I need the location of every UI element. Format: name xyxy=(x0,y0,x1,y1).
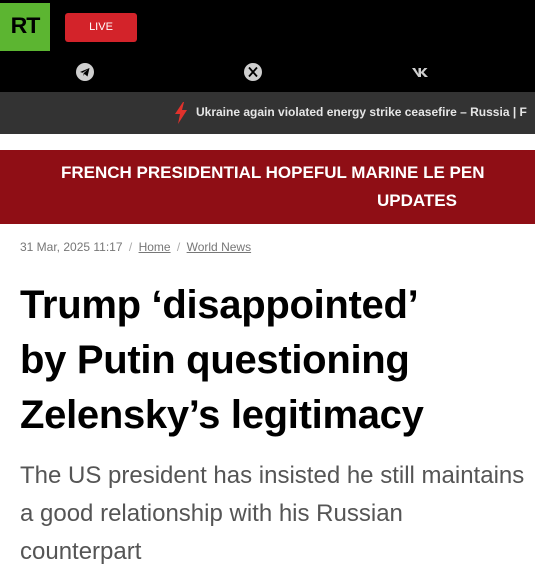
breadcrumb-separator: / xyxy=(128,240,133,254)
article-summary: The US president has insisted he still m… xyxy=(20,462,525,565)
ticker-headline[interactable]: Ukraine again violated energy strike cea… xyxy=(196,105,527,119)
article-headline: Trump ‘disappointed’ by Putin questionin… xyxy=(20,278,525,443)
breadcrumb-home-link[interactable]: Home xyxy=(139,240,171,254)
publish-datetime: 31 Mar, 2025 11:17 xyxy=(20,240,123,254)
article-meta: 31 Mar, 2025 11:17 / Home / World News xyxy=(20,240,251,254)
breadcrumb-separator: / xyxy=(176,240,181,254)
lightning-icon xyxy=(173,102,189,124)
banner-title-line-2: UPDATES xyxy=(377,191,457,210)
telegram-icon[interactable] xyxy=(75,62,95,82)
breaking-banner[interactable]: FRENCH PRESIDENTIAL HOPEFUL MARINE LE PE… xyxy=(0,150,535,224)
top-navigation-bar: RT LIVE xyxy=(0,0,535,92)
breadcrumb-world-news-link[interactable]: World News xyxy=(187,240,251,254)
headline-line: Zelensky’s legitimacy xyxy=(20,393,424,437)
news-ticker[interactable]: Ukraine again violated energy strike cea… xyxy=(0,92,535,134)
live-button[interactable]: LIVE xyxy=(65,13,137,42)
banner-title-line-1: FRENCH PRESIDENTIAL HOPEFUL MARINE LE PE… xyxy=(61,163,485,182)
headline-line: by Putin questioning xyxy=(20,338,410,382)
headline-line: Trump ‘disappointed’ xyxy=(20,283,419,327)
logo-text: RT xyxy=(10,13,41,38)
rt-logo[interactable]: RT xyxy=(0,3,50,51)
vk-icon[interactable] xyxy=(410,62,434,82)
x-icon[interactable] xyxy=(243,62,263,82)
